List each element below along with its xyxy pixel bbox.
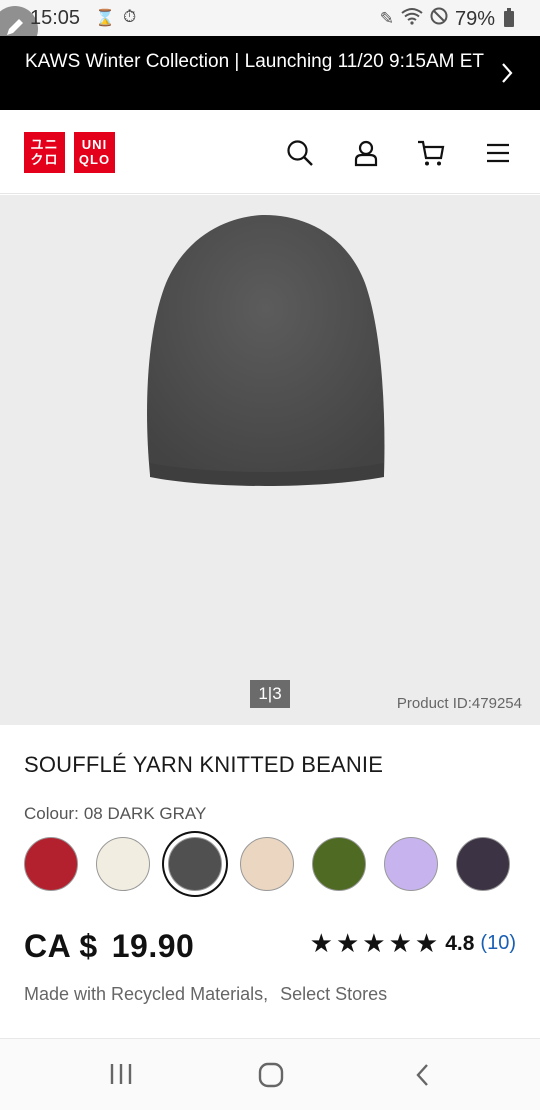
cart-icon[interactable] [416,138,446,168]
price: CA $ 19.90 [24,928,194,965]
colour-value: 08 DARK GRAY [83,804,207,823]
account-icon[interactable] [351,138,381,168]
rating[interactable]: ★★★★★ 4.8 (10) [310,928,516,959]
price-currency: CA $ [24,928,98,964]
swatch-lavender[interactable] [384,837,438,891]
battery-icon [504,8,514,27]
image-pager: 1|3 [250,680,290,708]
status-bar: 15:05 ⌛ ⏱ ✎ 79% [0,0,540,52]
logo-latin: UNI QLO [74,132,115,173]
wifi-icon [401,7,423,31]
menu-icon[interactable] [484,138,514,168]
product-id: Product ID:479254 [396,695,522,712]
product-tags: Made with Recycled Materials, Select Stor… [24,984,399,1005]
colour-swatches [24,837,524,893]
rating-stars: ★★★★★ [309,928,442,958]
swatch-dark-gray[interactable] [168,837,222,891]
recent-apps-icon[interactable] [108,1061,134,1087]
hourglass-icon: ⌛ [95,10,115,27]
battery-percent: 79% [454,7,495,30]
product-image-gallery[interactable]: 1|3 Product ID:479254 [0,195,540,725]
home-icon[interactable] [257,1061,285,1089]
swatch-off-white[interactable] [96,837,150,891]
swatch-olive[interactable] [312,837,366,891]
pen-small-icon: ✎ [379,9,394,28]
review-count-link[interactable]: (10) [480,932,516,955]
product-image [147,215,385,486]
swatch-navy[interactable] [456,837,510,891]
chevron-right-icon [502,63,513,83]
search-icon[interactable] [285,138,315,168]
status-time: 15:05 [30,7,81,29]
colour-label-row: Colour: 08 DARK GRAY [24,804,211,824]
logo-katakana: ユニ クロ [24,132,65,173]
uniqlo-logo[interactable]: ユニ クロ UNI QLO [24,132,115,173]
back-icon[interactable] [412,1061,434,1089]
site-header: ユニ クロ UNI QLO [0,110,540,194]
timer-icon: ⏱ [123,7,137,26]
tag-select-stores: Select Stores [280,984,388,1004]
swatch-beige[interactable] [240,837,294,891]
swatch-red[interactable] [24,837,78,891]
do-not-disturb-icon [430,7,448,31]
announcement-text: KAWS Winter Collection | Launching 11/20… [25,51,485,72]
tag-recycled: Made with Recycled Materials, [24,984,269,1004]
system-nav-bar [0,1038,540,1110]
announcement-banner[interactable]: KAWS Winter Collection | Launching 11/20… [0,36,540,110]
rating-value: 4.8 [445,931,475,955]
product-title: SOUFFLÉ YARN KNITTED BEANIE [24,752,384,777]
price-value: 19.90 [111,928,195,964]
colour-label: Colour: [24,804,79,823]
